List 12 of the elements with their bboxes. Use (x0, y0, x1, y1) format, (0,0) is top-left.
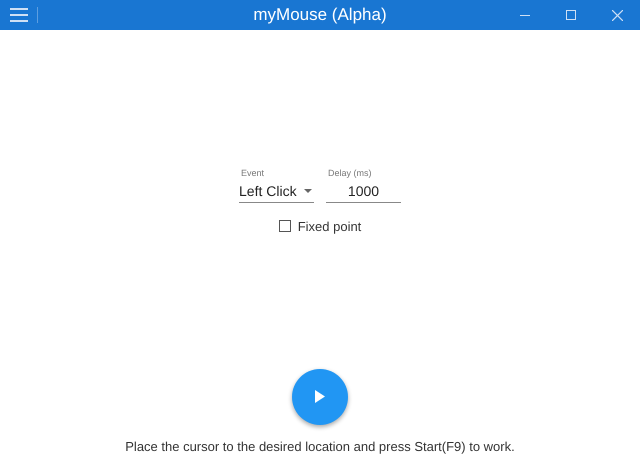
delay-label: Delay (ms) (327, 167, 373, 180)
play-button[interactable] (292, 368, 348, 424)
window-title: myMouse (Alpha) (253, 4, 387, 26)
play-icon (315, 390, 325, 403)
caret-icon (304, 189, 312, 193)
event-dropdown[interactable]: Left Click (239, 180, 314, 202)
fixed-point-label: Fixed point (298, 218, 362, 236)
menu-icon[interactable] (10, 8, 28, 22)
status-text: Place the cursor to the desired location and press Start(F9) to work. (125, 438, 515, 456)
event-label: Event (240, 167, 266, 180)
fixed-point-checkbox[interactable] (278, 220, 291, 232)
delay-field[interactable]: 1000 (326, 180, 401, 202)
